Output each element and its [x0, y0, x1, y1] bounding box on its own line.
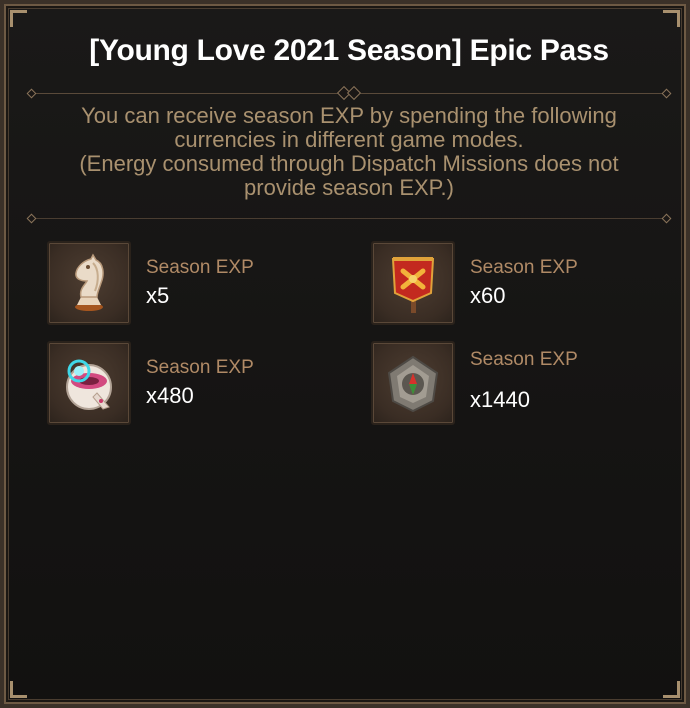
- frame-corner-ornament: [10, 681, 27, 698]
- currency-icon-box: [47, 341, 131, 425]
- currency-icon-box: [371, 241, 455, 325]
- frame-corner-ornament: [10, 10, 27, 27]
- season-exp-value: x1440: [470, 387, 530, 412]
- chess-knight-icon: [75, 253, 104, 311]
- season-exp-label: Season EXP: [470, 349, 578, 370]
- season-exp-dialog: [Young Love 2021 Season] Epic Pass You c…: [0, 0, 690, 708]
- currency-item: Season EXP x5: [47, 241, 347, 327]
- season-exp-label: Season EXP: [146, 357, 254, 378]
- dialog-title: [Young Love 2021 Season] Epic Pass: [89, 34, 609, 67]
- currency-item: Season EXP x1440: [371, 341, 671, 427]
- currency-icon-box: [47, 241, 131, 325]
- stone-compass-icon: [387, 355, 439, 413]
- season-exp-value: x60: [470, 283, 506, 308]
- description-line: You can receive season EXP by spending t…: [81, 103, 617, 128]
- season-exp-value: x480: [146, 383, 194, 408]
- frame-corner-ornament: [663, 681, 680, 698]
- frame-corner-ornament: [663, 10, 680, 27]
- currency-item: Season EXP x480: [47, 341, 347, 427]
- divider-dot: [661, 213, 672, 224]
- season-exp-label: Season EXP: [470, 257, 578, 278]
- currency-icon-box: [371, 341, 455, 425]
- divider-dot: [26, 213, 37, 224]
- war-banner-icon: [391, 257, 435, 313]
- divider-diamond-ornament: [336, 85, 362, 101]
- description-line: provide season EXP.): [244, 175, 454, 200]
- description-text: You can receive season EXP by spending t…: [44, 104, 654, 200]
- currency-item: Season EXP x60: [371, 241, 671, 327]
- divider-dot: [26, 88, 37, 99]
- season-exp-label: Season EXP: [146, 257, 254, 278]
- hologram-device-icon: [66, 359, 112, 410]
- description-line: (Energy consumed through Dispatch Missio…: [79, 151, 619, 176]
- season-exp-value: x5: [146, 283, 170, 308]
- section-divider: [30, 218, 668, 219]
- description-line: currencies in different game modes.: [174, 127, 524, 152]
- divider-dot: [661, 88, 672, 99]
